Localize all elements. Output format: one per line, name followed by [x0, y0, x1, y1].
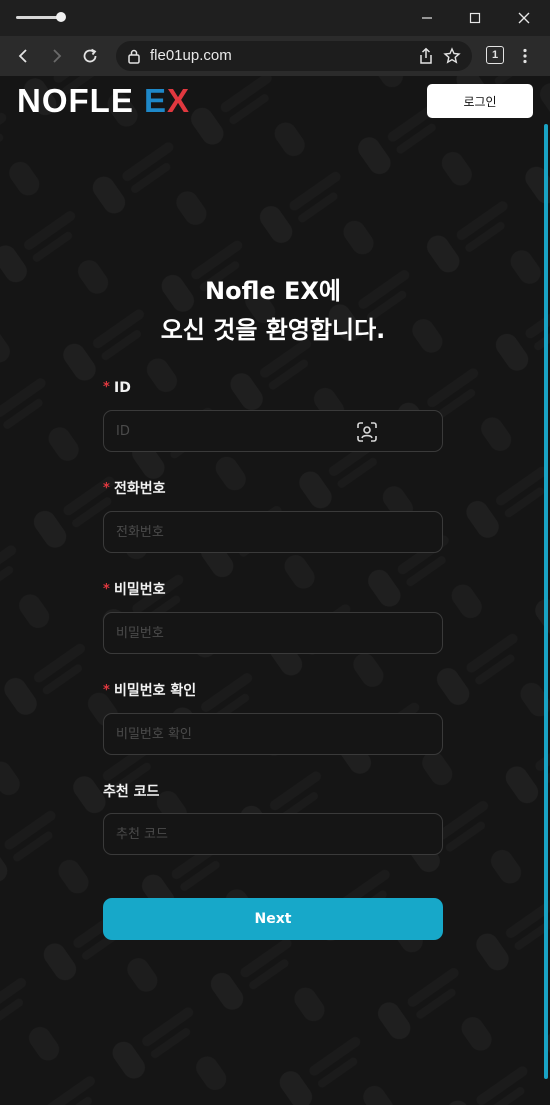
browser-menu-button[interactable]: [516, 44, 534, 68]
page-viewport: NOFLE EX 로그인 Nofle EX에 오신 것을 환영합니다. * ID…: [0, 76, 550, 1105]
minimize-icon: [422, 17, 432, 19]
referral-code-label: 추천 코드: [103, 784, 160, 800]
reload-icon: [83, 48, 97, 63]
forward-button[interactable]: [42, 42, 70, 70]
url-text[interactable]: fle01up.com: [150, 47, 232, 64]
lock-icon[interactable]: [124, 46, 144, 66]
watermark-pattern: [0, 76, 550, 1105]
browser-toolbar: fle01up.com 1: [0, 36, 550, 76]
nofle-ex-logo[interactable]: NOFLE EX: [17, 82, 190, 120]
next-button[interactable]: Next: [103, 898, 443, 940]
password-confirm-label: 비밀번호 확인: [114, 683, 197, 699]
tab-count-button[interactable]: 1: [486, 46, 504, 64]
share-icon[interactable]: [416, 46, 436, 66]
referral-code-input[interactable]: [103, 813, 443, 855]
maximize-icon: [469, 12, 481, 24]
address-bar[interactable]: fle01up.com: [116, 41, 472, 71]
page-scrollbar[interactable]: [544, 124, 548, 1079]
password-input[interactable]: [103, 612, 443, 654]
required-mark: *: [103, 481, 110, 496]
id-label: ID: [114, 380, 131, 396]
required-mark: *: [103, 380, 110, 395]
welcome-line-2: 오신 것을 환영합니다.: [160, 316, 386, 344]
minimize-button[interactable]: [410, 4, 444, 32]
phone-label: 전화번호: [114, 481, 166, 497]
close-window-button[interactable]: [507, 4, 541, 32]
welcome-heading: Nofle EX에 오신 것을 환영합니다.: [0, 272, 546, 350]
tab-strip-slider-knob[interactable]: [56, 12, 66, 22]
face-scan-icon[interactable]: [356, 421, 378, 443]
arrow-right-icon: [53, 49, 62, 63]
login-button[interactable]: 로그인: [427, 84, 533, 118]
required-mark: *: [103, 582, 110, 597]
welcome-line-1: Nofle EX에: [205, 277, 341, 305]
id-input[interactable]: [103, 410, 443, 452]
close-icon: [518, 12, 530, 24]
more-vertical-icon: [523, 48, 527, 64]
back-button[interactable]: [10, 42, 38, 70]
maximize-button[interactable]: [458, 4, 492, 32]
arrow-left-icon: [18, 49, 27, 63]
password-label: 비밀번호: [114, 582, 166, 598]
browser-titlebar: [0, 0, 550, 36]
password-confirm-input[interactable]: [103, 713, 443, 755]
bookmark-star-icon[interactable]: [442, 46, 462, 66]
required-mark: *: [103, 683, 110, 698]
phone-input[interactable]: [103, 511, 443, 553]
reload-button[interactable]: [76, 42, 104, 70]
